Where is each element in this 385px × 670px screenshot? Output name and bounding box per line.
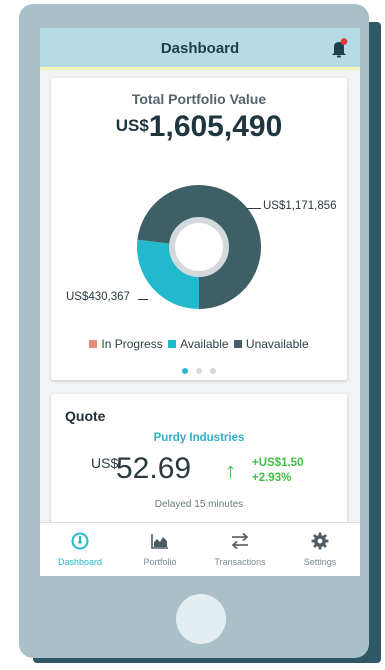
page-dot-3[interactable] [210, 368, 216, 374]
quote-heading: Quote [65, 408, 106, 424]
page-title: Dashboard [160, 40, 240, 57]
page-dot-1[interactable] [182, 368, 188, 374]
legend-label: Available [180, 337, 229, 351]
tab-dashboard[interactable]: Dashboard [40, 523, 120, 576]
portfolio-card: Total Portfolio Value US$1,605,490 US$1,… [51, 78, 347, 380]
quote-card: Quote Purdy Industries US$ 52.69 ↑ +US$1… [51, 394, 347, 534]
quote-company-link[interactable]: Purdy Industries [51, 432, 347, 444]
portfolio-donut-chart[interactable] [135, 183, 263, 311]
legend-unavailable: Unavailable [233, 337, 309, 351]
carousel-pagination [51, 361, 347, 379]
bottom-tab-bar: Dashboard Portfolio Transactions Setting… [40, 522, 360, 576]
home-button[interactable] [176, 594, 226, 644]
quote-change-percent: +2.93% [252, 472, 292, 484]
tab-label: Settings [303, 557, 337, 567]
legend-swatch [233, 340, 242, 348]
tab-label: Transactions [214, 557, 266, 567]
area-chart-icon [151, 534, 168, 549]
unavailable-leader-line [247, 208, 261, 209]
tab-label: Portfolio [143, 557, 177, 567]
app-screen: Dashboard Total Portfolio Value US$1,605… [40, 28, 360, 576]
transfer-arrows-icon [231, 532, 249, 550]
portfolio-title: Total Portfolio Value [131, 91, 267, 107]
tab-label: Dashboard [57, 557, 103, 567]
quote-price: 52.69 [116, 452, 192, 485]
arrow-up-icon: ↑ [225, 458, 236, 483]
tab-transactions[interactable]: Transactions [200, 523, 280, 576]
chart-legend: In Progress Available Unavailable [51, 337, 347, 351]
page-dot-2[interactable] [196, 368, 202, 374]
legend-swatch [168, 340, 177, 348]
gauge-icon [71, 532, 89, 550]
quote-price-row: US$ 52.69 ↑ +US$1.50 +2.93% [91, 452, 341, 488]
tab-portfolio[interactable]: Portfolio [120, 523, 200, 576]
quote-currency: US$ [91, 455, 119, 471]
legend-label: Unavailable [245, 337, 309, 351]
portfolio-amount: 1,605,490 [148, 110, 283, 143]
legend-in-progress: In Progress [89, 337, 163, 351]
notification-bell-icon[interactable] [330, 38, 348, 58]
quote-change-amount: +US$1.50 [252, 457, 304, 469]
gear-icon [311, 532, 329, 550]
available-value-label: US$430,367 [66, 291, 130, 303]
tab-settings[interactable]: Settings [280, 523, 360, 576]
donut-hole [169, 217, 229, 277]
legend-available: Available [168, 337, 229, 351]
portfolio-total: US$1,605,490 [51, 110, 347, 144]
legend-label: In Progress [101, 337, 163, 351]
quote-delay-note: Delayed 15 minutes [154, 499, 244, 510]
legend-swatch [89, 340, 98, 348]
unavailable-value-label: US$1,171,856 [263, 200, 337, 212]
portfolio-currency: US$ [115, 116, 149, 135]
available-leader-line [138, 299, 148, 300]
top-bar: Dashboard [40, 28, 360, 70]
notification-dot [340, 38, 348, 45]
quote-change: +US$1.50 +2.93% [252, 456, 303, 486]
